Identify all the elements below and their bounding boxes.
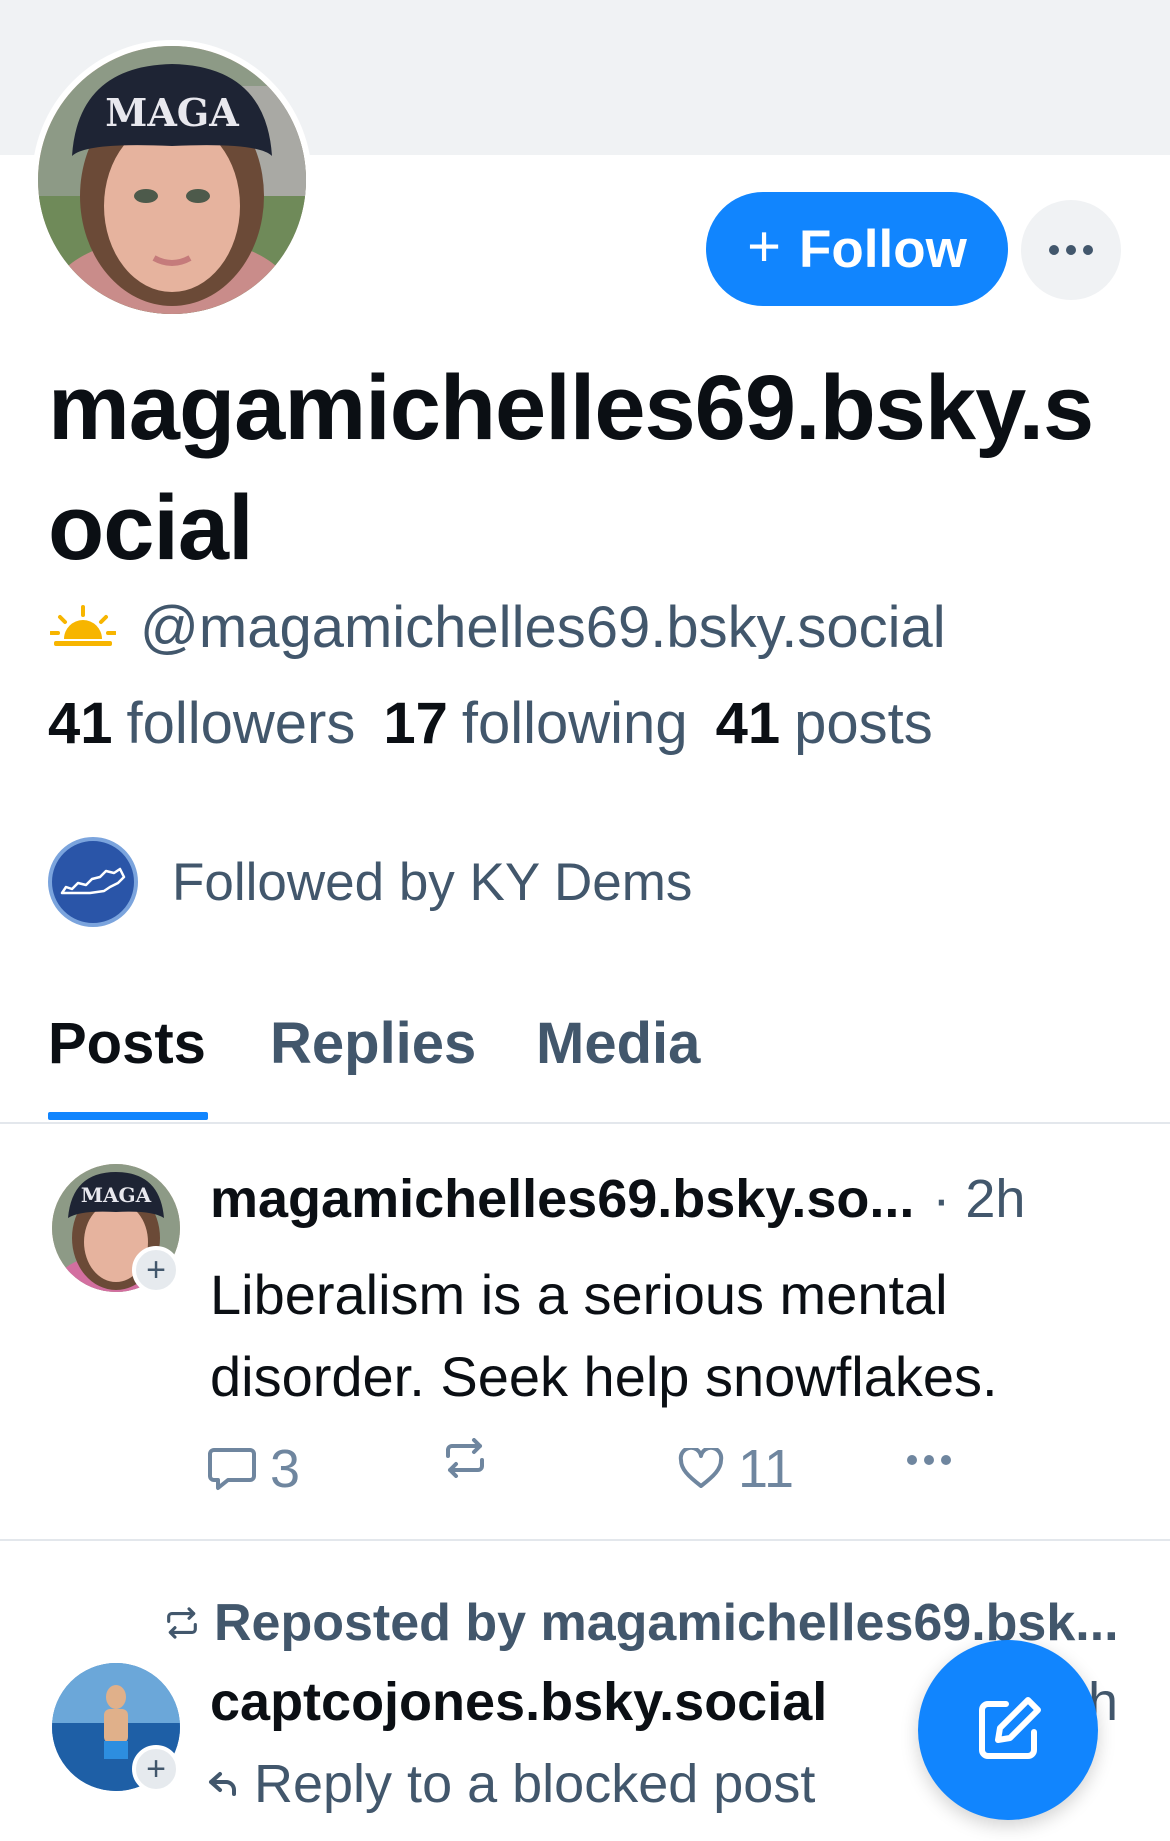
avatar-hat-text: MAGA [105,90,239,135]
active-tab-indicator [48,1112,208,1120]
reply-count: 3 [270,1439,301,1499]
follow-author-plus-icon[interactable]: + [132,1745,180,1793]
profile-tabs: Posts Replies Media [0,990,1170,1124]
repost-indicator[interactable]: Reposted by magamichelles69.bsk... [164,1593,1119,1653]
post-actions: 3 11 [208,1438,1108,1508]
post-author[interactable]: magamichelles69.bsky.so... [210,1168,914,1230]
handle-row: @magamichelles69.bsky.social [50,592,946,662]
feed-post[interactable]: MAGA + magamichelles69.bsky.so... · 2h L… [0,1126,1170,1541]
heart-icon [678,1448,724,1488]
repost-icon [167,1607,197,1639]
plus-icon: + [747,214,782,279]
post-text: Liberalism is a serious mental disorder.… [210,1263,998,1408]
more-options-button[interactable] [1021,200,1121,300]
ellipsis-icon [907,1455,951,1465]
post-timestamp[interactable]: · 2h [932,1168,1025,1230]
followed-by-row[interactable]: Followed by KY Dems [48,836,692,928]
posts-label: posts [794,691,933,756]
profile-avatar[interactable]: MAGA [32,40,312,320]
followers-count: 41 [48,691,113,756]
post-avatar-hat-text: MAGA [81,1183,152,1207]
post-header: magamichelles69.bsky.so... · 2h [210,1168,1130,1230]
profile-page: MAGA + Follow magamichelles69.bsky.socia… [0,0,1170,1841]
comment-icon [208,1448,256,1490]
posts-stat: 41 posts [716,690,933,757]
tab-media[interactable]: Media [536,1010,700,1077]
ky-dems-avatar [48,837,138,927]
follow-button[interactable]: + Follow [706,192,1008,306]
compose-pencil-icon [979,1697,1041,1759]
followers-stat[interactable]: 41 followers [48,690,355,757]
sunrise-icon [50,605,116,646]
profile-avatar-image: MAGA [38,46,306,314]
profile-handle: @magamichelles69.bsky.social [140,594,946,660]
repost-icon [446,1438,484,1478]
following-stat[interactable]: 17 following [383,690,687,757]
like-button[interactable]: 11 [678,1438,794,1500]
like-count: 11 [738,1439,795,1499]
follow-author-plus-icon[interactable]: + [132,1246,180,1294]
ellipsis-icon [1049,245,1093,255]
follow-button-label: Follow [799,219,967,279]
followers-label: followers [126,691,356,756]
reply-context: Reply to a blocked post [208,1753,815,1815]
tab-replies[interactable]: Replies [270,1010,476,1077]
posts-count: 41 [715,691,781,756]
profile-display-name: magamichelles69.bsky.social [48,357,1094,579]
reply-arrow-icon [209,1772,236,1796]
reply-button[interactable]: 3 [208,1438,300,1500]
profile-stats: 41 followers 17 following 41 posts [48,690,933,770]
followed-by-text: Followed by KY Dems [172,852,693,912]
following-count: 17 [383,691,448,756]
post-more-button[interactable] [906,1454,952,1466]
following-label: following [461,691,688,756]
kentucky-map-icon [60,867,126,895]
reply-context-text: Reply to a blocked post [254,1754,816,1814]
post-author[interactable]: captcojones.bsky.social [210,1671,827,1733]
repost-button[interactable] [442,1438,502,1478]
compose-button[interactable] [918,1640,1098,1820]
tab-posts[interactable]: Posts [48,1010,206,1077]
